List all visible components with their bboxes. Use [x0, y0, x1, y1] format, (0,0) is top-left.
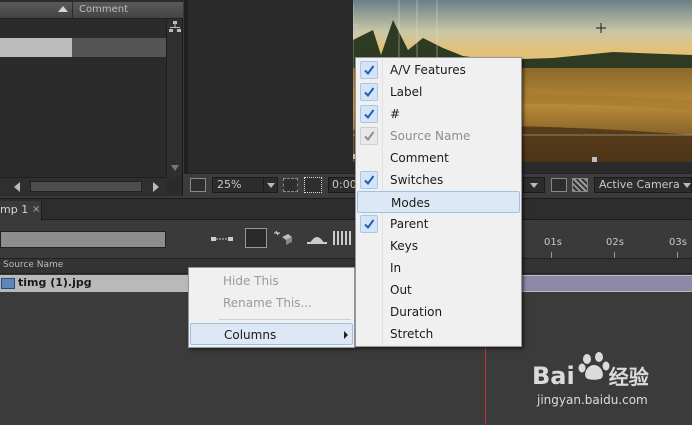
menu-item-out[interactable]: Out	[357, 279, 520, 301]
menu-item-label: Parent	[390, 217, 429, 231]
frame-blending-icon[interactable]	[306, 231, 328, 245]
scroll-down-icon[interactable]	[171, 165, 179, 171]
image-layer-icon	[1, 278, 15, 289]
menu-item-source-name[interactable]: Source Name	[357, 125, 520, 147]
watermark-brand: Bai 经验	[532, 361, 649, 390]
project-panel: Comment	[0, 0, 183, 196]
project-column-header[interactable]: Comment	[0, 2, 183, 19]
motion-blur-icon[interactable]	[333, 231, 353, 245]
source-name-column[interactable]: Source Name	[3, 260, 63, 270]
timeline-tab-bar: mp 1 ×	[0, 198, 692, 221]
menu-separator	[219, 319, 351, 320]
zoom-dropdown[interactable]: 25%	[212, 177, 278, 193]
safe-margins-icon[interactable]	[283, 178, 298, 192]
checkmark-icon	[360, 61, 378, 79]
scroll-right-icon[interactable]	[153, 182, 159, 192]
menu-item-modes[interactable]: Modes	[357, 191, 520, 213]
menu-item-duration[interactable]: Duration	[357, 301, 520, 323]
region-of-interest-icon[interactable]	[304, 177, 322, 193]
menu-item-label: Source Name	[390, 129, 471, 143]
scroll-thumb[interactable]	[30, 181, 142, 192]
menu-item-rename-this[interactable]: Rename This...	[190, 292, 353, 314]
timeline-search-input[interactable]	[0, 231, 166, 248]
menu-item-label: Modes	[391, 196, 430, 210]
sort-up-icon[interactable]	[58, 6, 68, 12]
current-time-field[interactable]: 0:00	[328, 177, 356, 193]
menu-item-hide-this[interactable]: Hide This	[190, 270, 353, 292]
watermark-brand-suffix: 经验	[608, 365, 649, 389]
camera-dropdown[interactable]: Active Camera	[594, 177, 692, 193]
menu-item-in[interactable]: In	[357, 257, 520, 279]
menu-item-label: Switches	[390, 173, 444, 187]
flowchart-icon[interactable]	[169, 21, 181, 35]
menu-item-label[interactable]: Label	[357, 81, 520, 103]
checkmark-icon	[360, 171, 378, 189]
menu-item-label: Out	[390, 283, 412, 297]
menu-item-stretch[interactable]: Stretch	[357, 323, 520, 345]
menu-item-a-v-features[interactable]: A/V Features	[357, 59, 520, 81]
menu-item-label: Label	[390, 85, 423, 99]
close-icon[interactable]: ×	[32, 201, 40, 219]
menu-item-label: In	[390, 261, 402, 275]
project-horizontal-scrollbar[interactable]	[0, 177, 166, 195]
layer-context-menu: Hide This Rename This... Columns	[188, 267, 355, 348]
watermark-url: jingyan.baidu.com	[537, 393, 648, 407]
project-vertical-scrollbar[interactable]	[166, 19, 182, 177]
menu-item-label: A/V Features	[390, 63, 466, 77]
tab-label: mp 1	[0, 203, 29, 216]
handle[interactable]	[353, 24, 358, 29]
chevron-down-icon	[263, 178, 277, 192]
chevron-down-icon	[681, 178, 692, 192]
checkmark-icon	[360, 105, 378, 123]
handle[interactable]	[592, 157, 597, 162]
column-divider[interactable]	[72, 2, 73, 19]
baidu-watermark: Bai 经验 jingyan.baidu.com	[532, 351, 692, 425]
ruler-label: 02s	[606, 237, 624, 248]
draft-3d-icon[interactable]	[245, 228, 267, 248]
ruler-label: 01s	[544, 237, 562, 248]
menu-item-columns[interactable]: Columns	[190, 323, 353, 345]
layer-name[interactable]: timg (1).jpg	[18, 276, 92, 289]
checkmark-icon	[360, 83, 378, 101]
columns-submenu: A/V Features Label # Source Name Comment Swit…	[355, 57, 522, 347]
composition-mini-flowchart-icon[interactable]	[210, 231, 234, 247]
fast-preview-icon[interactable]	[551, 178, 567, 192]
menu-item-parent[interactable]: Parent	[357, 213, 520, 235]
shy-layers-icon[interactable]	[272, 229, 294, 247]
snapshot-icon[interactable]	[190, 178, 206, 192]
ruler-label: 03s	[669, 237, 687, 248]
menu-item-comment[interactable]: Comment	[357, 147, 520, 169]
checkmark-icon	[360, 215, 378, 233]
resolution-dropdown[interactable]	[523, 177, 545, 193]
layer-duration-bar[interactable]	[522, 276, 692, 291]
menu-item-label: Stretch	[390, 327, 434, 341]
comment-column-label[interactable]: Comment	[79, 4, 128, 15]
project-item-selected[interactable]	[0, 38, 72, 57]
zoom-value: 25%	[217, 178, 242, 191]
checkmark-icon	[360, 127, 378, 145]
tab-composition[interactable]: mp 1 ×	[0, 201, 42, 221]
menu-item-switches[interactable]: Switches	[357, 169, 520, 191]
menu-item-label: Comment	[390, 151, 449, 165]
camera-value: Active Camera	[599, 178, 680, 191]
menu-item-keys[interactable]: Keys	[357, 235, 520, 257]
menu-item-label: Duration	[390, 305, 443, 319]
scroll-left-icon[interactable]	[14, 182, 20, 192]
chevron-right-icon	[344, 331, 348, 339]
transparency-grid-icon[interactable]	[572, 178, 588, 192]
project-item-comment-cell[interactable]	[72, 38, 166, 57]
menu-item-label: Columns	[224, 328, 277, 342]
watermark-brand-text: Bai	[532, 362, 575, 390]
panel-edge	[184, 0, 188, 173]
time-ruler[interactable]: 01s 02s 03s	[522, 221, 692, 258]
menu-item-number[interactable]: #	[357, 103, 520, 125]
menu-item-label: #	[390, 107, 401, 121]
menu-item-label: Keys	[390, 239, 419, 253]
